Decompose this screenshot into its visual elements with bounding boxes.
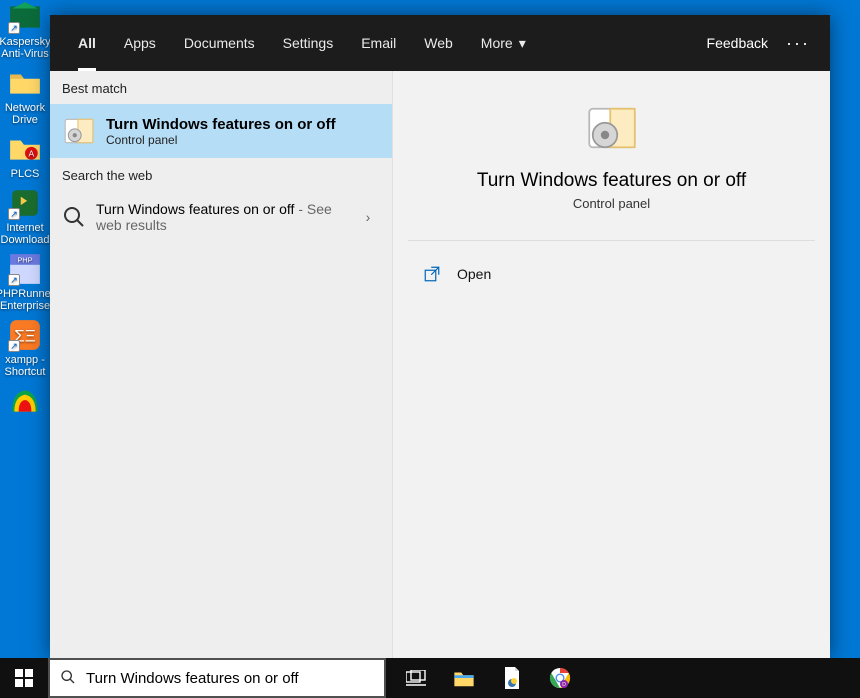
taskbar-search-box[interactable] — [48, 658, 386, 698]
result-web-search[interactable]: Turn Windows features on or off - See we… — [50, 191, 392, 243]
folder-icon: A — [8, 132, 42, 166]
search-icon — [60, 669, 76, 688]
chevron-down-icon: ▾ — [519, 35, 526, 52]
tab-all[interactable]: All — [64, 15, 110, 71]
desktop-icon-phprunner[interactable]: PHP ↗ PHPRunner Enterprise — [0, 252, 50, 312]
result-best-match[interactable]: Turn Windows features on or off Control … — [50, 104, 392, 158]
shortcut-arrow-icon: ↗ — [8, 208, 20, 220]
section-best-match: Best match — [50, 71, 392, 104]
folder-icon — [8, 66, 42, 100]
desktop-icon-kaspersky[interactable]: ↗ Kaspersky Anti-Virus — [0, 0, 50, 60]
svg-text:PHP: PHP — [17, 256, 32, 265]
preview-header: Turn Windows features on or off Control … — [408, 71, 815, 241]
tab-documents[interactable]: Documents — [170, 15, 269, 71]
shortcut-arrow-icon: ↗ — [8, 22, 20, 34]
tab-settings[interactable]: Settings — [269, 15, 348, 71]
desktop-icon-network[interactable]: Network Drive — [0, 66, 50, 126]
more-options-icon[interactable]: ··· — [780, 33, 816, 54]
preview-title: Turn Windows features on or off — [477, 170, 746, 192]
taskbar-app-file-explorer[interactable] — [440, 658, 488, 698]
search-results-list: Best match Turn Windows features on or o… — [50, 71, 392, 658]
tab-web[interactable]: Web — [410, 15, 467, 71]
taskbar-app-chrome[interactable]: D — [536, 658, 584, 698]
desktop: ↗ Kaspersky Anti-Virus Network Drive A P… — [0, 0, 50, 420]
desktop-label: Internet Download — [0, 222, 50, 246]
tab-more-label: More — [481, 35, 513, 51]
shortcut-arrow-icon: ↗ — [8, 340, 20, 352]
app-icon: PHP ↗ — [8, 252, 42, 286]
search-filter-tabs: All Apps Documents Settings Email Web Mo… — [50, 15, 830, 71]
search-results-flyout: All Apps Documents Settings Email Web Mo… — [50, 15, 830, 658]
app-icon: ↗ — [8, 0, 42, 34]
taskbar: D — [0, 658, 860, 698]
open-action[interactable]: Open — [403, 255, 820, 293]
app-icon: ↗ — [8, 186, 42, 220]
app-icon — [8, 384, 42, 418]
tab-email[interactable]: Email — [347, 15, 410, 71]
program-box-icon — [62, 114, 96, 148]
app-icon: ΣΞ ↗ — [8, 318, 42, 352]
shortcut-arrow-icon: ↗ — [8, 274, 20, 286]
search-icon — [62, 205, 86, 229]
tab-apps[interactable]: Apps — [110, 15, 170, 71]
windows-logo-icon — [15, 669, 33, 687]
desktop-label: Network Drive — [0, 102, 50, 126]
program-box-icon — [584, 100, 640, 156]
desktop-label: PHPRunner Enterprise — [0, 288, 54, 312]
search-input[interactable] — [86, 670, 374, 687]
start-button[interactable] — [0, 658, 48, 698]
open-label: Open — [457, 266, 491, 282]
preview-subtitle: Control panel — [573, 196, 650, 211]
chevron-right-icon: › — [356, 209, 380, 225]
result-title: Turn Windows features on or off — [106, 116, 380, 133]
svg-text:D: D — [562, 682, 566, 688]
desktop-label: PLCS — [11, 168, 40, 180]
desktop-icon-xampp[interactable]: ΣΞ ↗ xampp - Shortcut — [0, 318, 50, 378]
search-body: Best match Turn Windows features on or o… — [50, 71, 830, 658]
taskbar-pinned-apps: D — [392, 658, 584, 698]
section-search-web: Search the web — [50, 158, 392, 191]
taskbar-app-python-file[interactable] — [488, 658, 536, 698]
feedback-link[interactable]: Feedback — [707, 35, 768, 51]
result-subtitle: Control panel — [106, 133, 380, 147]
search-preview-pane: Turn Windows features on or off Control … — [392, 71, 830, 658]
svg-text:A: A — [29, 148, 35, 158]
desktop-label: xampp - Shortcut — [0, 354, 50, 378]
desktop-icon-idm[interactable]: ↗ Internet Download — [0, 186, 50, 246]
desktop-label: Kaspersky Anti-Virus — [0, 36, 51, 60]
desktop-icon-plcs[interactable]: A PLCS — [0, 132, 50, 180]
preview-actions: Open — [393, 241, 830, 307]
desktop-icon-bluestacks[interactable] — [0, 384, 50, 420]
tab-more[interactable]: More ▾ — [467, 15, 540, 71]
task-view-button[interactable] — [392, 658, 440, 698]
open-icon — [423, 265, 441, 283]
result-title: Turn Windows features on or off — [96, 201, 294, 217]
